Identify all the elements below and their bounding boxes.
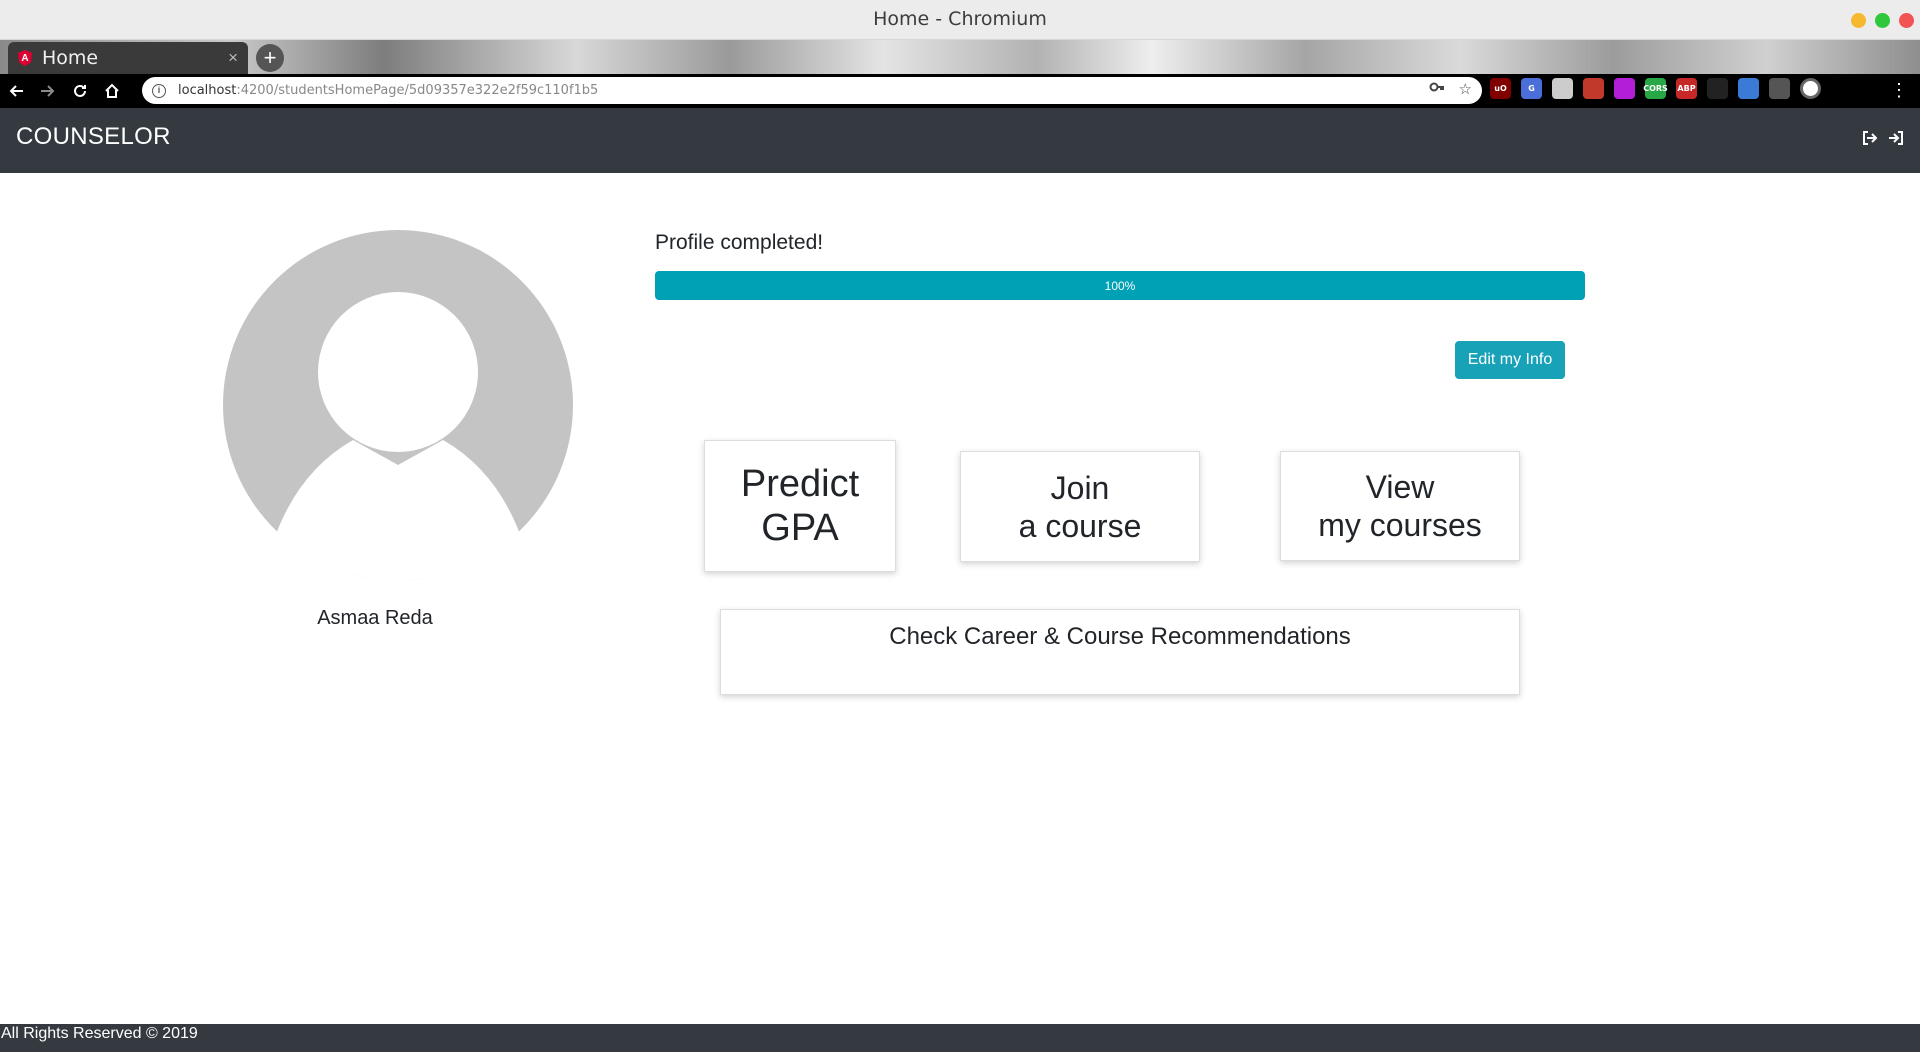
sign-out-icon[interactable]: [1862, 130, 1878, 146]
avatar: [223, 230, 573, 580]
page-footer: All Rights Reserved © 2019: [0, 1024, 1920, 1052]
extension-icon[interactable]: [1707, 78, 1728, 99]
student-name: Asmaa Reda: [317, 607, 433, 629]
recommendations-card-label: Check Career & Course Recommendations: [889, 623, 1351, 650]
star-icon[interactable]: ☆: [1459, 80, 1472, 98]
extension-icon[interactable]: [1738, 78, 1759, 99]
brand-logo[interactable]: COUNSELOR: [16, 123, 171, 151]
minimize-button[interactable]: [1851, 13, 1866, 28]
arrow-right-icon: [41, 85, 55, 97]
key-icon[interactable]: [1429, 80, 1445, 94]
nav-icons: [1862, 130, 1904, 146]
tab-close-icon[interactable]: ×: [228, 48, 238, 68]
edit-info-button[interactable]: Edit my Info: [1455, 341, 1565, 379]
window-titlebar: Home - Chromium: [0, 0, 1920, 40]
forward-button[interactable]: [32, 75, 64, 107]
join-card-line2: a course: [1018, 507, 1142, 544]
extension-icon[interactable]: ABP: [1676, 78, 1697, 99]
progress-fill: 100%: [655, 271, 1585, 300]
extension-icon[interactable]: [1800, 78, 1821, 99]
predict-card-line2: GPA: [761, 507, 839, 549]
extension-icon[interactable]: [1614, 78, 1635, 99]
angular-icon: A: [18, 50, 32, 66]
predict-card-line1: Predict: [740, 463, 860, 505]
join-card-line1: Join: [1050, 469, 1110, 506]
home-button[interactable]: [96, 75, 128, 107]
user-silhouette-icon: [223, 230, 573, 580]
extension-icon[interactable]: [1769, 78, 1790, 99]
view-card-line1: View: [1365, 469, 1435, 505]
window-title: Home - Chromium: [873, 8, 1047, 30]
extension-icon[interactable]: G: [1521, 78, 1542, 99]
extension-bar: uO G CORS ABP: [1490, 78, 1821, 99]
profile-progress-bar: 100%: [655, 271, 1585, 300]
arrow-left-icon: [9, 85, 23, 97]
copyright-text: All Rights Reserved © 2019: [1, 1025, 198, 1042]
join-course-card[interactable]: Join a course: [960, 451, 1200, 562]
new-tab-button[interactable]: +: [256, 44, 284, 72]
extension-icon[interactable]: [1552, 78, 1573, 99]
extension-icon[interactable]: uO: [1490, 78, 1511, 99]
info-icon[interactable]: i: [152, 83, 166, 98]
tab-strip: A Home ×: [0, 40, 1920, 74]
menu-icon[interactable]: ⋮: [1890, 79, 1908, 101]
profile-status-text: Profile completed!: [655, 231, 824, 254]
view-card-line2: my courses: [1318, 507, 1482, 543]
recommendations-card[interactable]: Check Career & Course Recommendations: [720, 609, 1520, 695]
home-icon: [105, 83, 119, 98]
back-button[interactable]: [0, 75, 32, 107]
address-bar[interactable]: i localhost:4200/studentsHomePage/5d0935…: [142, 77, 1482, 104]
app-navbar: COUNSELOR: [0, 108, 1920, 173]
browser-toolbar: i localhost:4200/studentsHomePage/5d0935…: [0, 74, 1920, 108]
tab-home[interactable]: A Home ×: [8, 42, 248, 74]
close-window-button[interactable]: [1899, 13, 1914, 28]
reload-button[interactable]: [64, 75, 96, 107]
maximize-button[interactable]: [1875, 13, 1890, 28]
predict-gpa-card[interactable]: Predict GPA: [704, 440, 896, 572]
sign-in-icon[interactable]: [1888, 130, 1904, 146]
url-text[interactable]: localhost:4200/studentsHomePage/5d09357e…: [178, 83, 598, 98]
extension-icon[interactable]: CORS: [1643, 78, 1668, 99]
extension-icon[interactable]: [1583, 78, 1604, 99]
view-courses-card[interactable]: View my courses: [1280, 451, 1520, 561]
tab-label: Home: [42, 47, 99, 69]
reload-icon: [74, 84, 86, 97]
window-controls: [1851, 13, 1914, 28]
